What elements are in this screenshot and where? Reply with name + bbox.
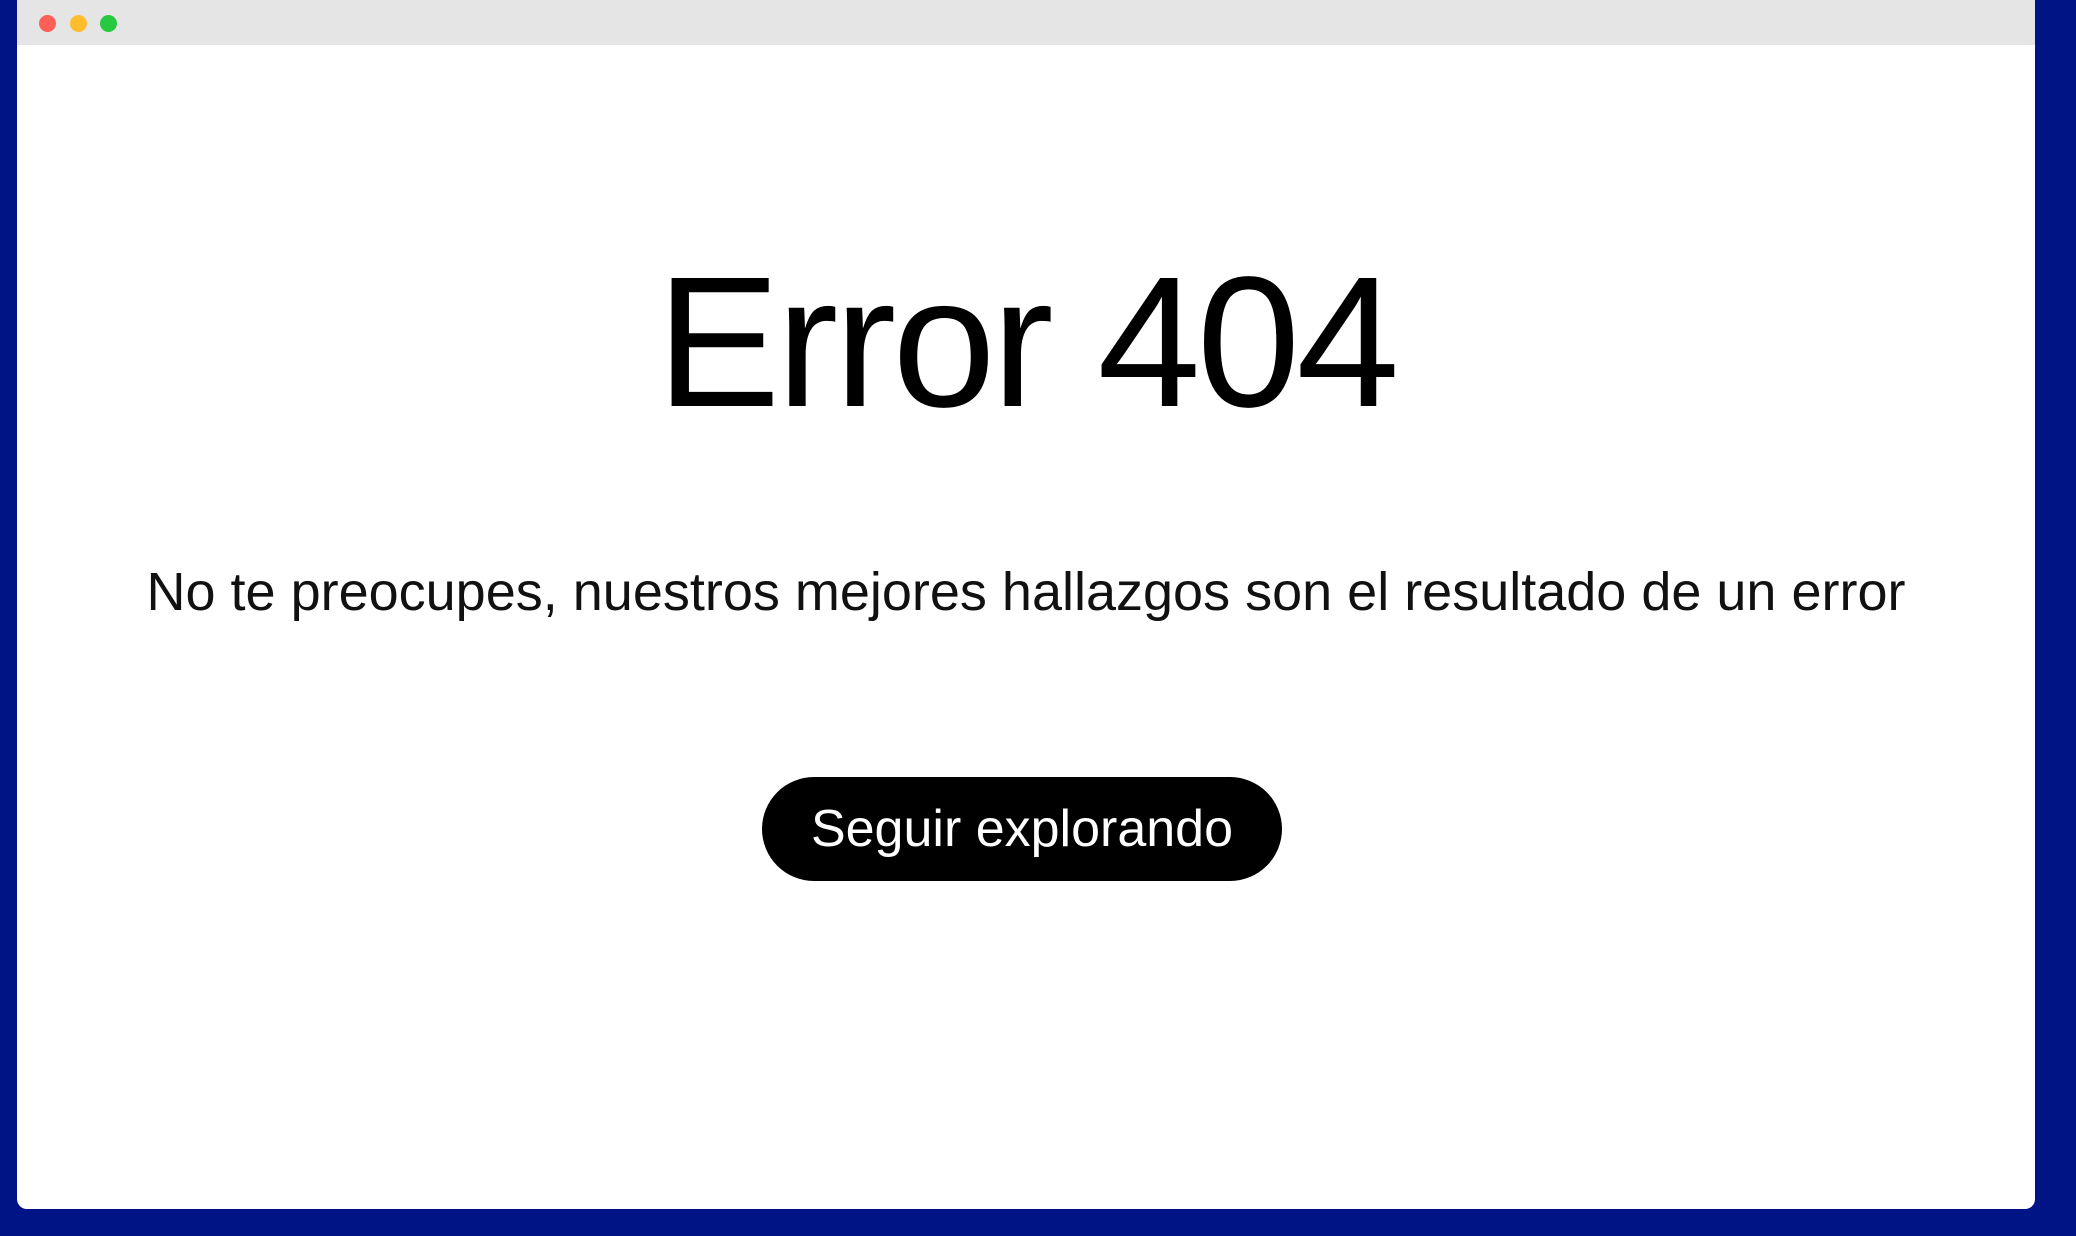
window-titlebar xyxy=(17,0,2035,45)
error-title: Error 404 xyxy=(656,239,1399,446)
continue-exploring-button[interactable]: Seguir explorando xyxy=(762,777,1282,881)
error-message: No te preocupes, nuestros mejores hallaz… xyxy=(146,562,1906,622)
minimize-window-button[interactable] xyxy=(70,15,87,32)
browser-window: Error 404 No te preocupes, nuestros mejo… xyxy=(17,0,2035,1209)
maximize-window-button[interactable] xyxy=(100,15,117,32)
error-page: Error 404 No te preocupes, nuestros mejo… xyxy=(17,45,2035,1209)
close-window-button[interactable] xyxy=(39,15,56,32)
